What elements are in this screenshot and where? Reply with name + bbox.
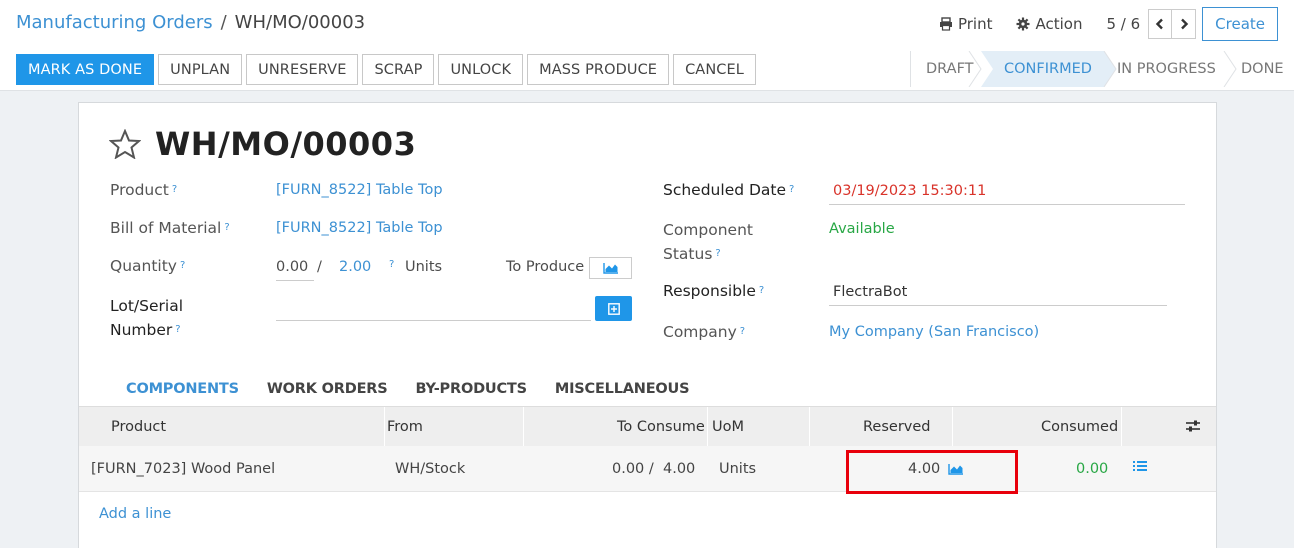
tab-by-products[interactable]: BY-PRODUCTS [402,371,541,407]
row-product: [FURN_7023] Wood Panel [91,461,276,477]
gear-icon [1016,17,1030,31]
reserved-highlight-box [846,450,1018,494]
column-to-consume[interactable]: To Consume [617,407,705,447]
responsible-input[interactable]: FlectraBot [829,280,1167,306]
control-panel: Manufacturing Orders / WH/MO/00003 Print A… [0,0,1294,91]
quantity-help-mark: ? [389,259,395,270]
breadcrumb-manufacturing-orders[interactable]: Manufacturing Orders [16,12,213,33]
record-title: WH/MO/00003 [109,125,416,163]
column-product[interactable]: Product [111,407,166,447]
component-status-value: Available [829,221,895,237]
quantity-label: Quantity? [110,257,186,275]
star-icon[interactable] [109,129,141,159]
column-divider [707,407,708,447]
pager-next-button[interactable] [1172,9,1197,39]
scheduled-date-input[interactable]: 03/19/2023 15:30:11 [829,179,1185,205]
print-label: Print [957,15,993,33]
column-divider [809,407,810,447]
row-details-button[interactable] [1132,459,1148,473]
tab-miscellaneous[interactable]: MISCELLANEOUS [541,371,704,407]
column-consumed[interactable]: Consumed [1041,407,1118,447]
forecast-report-button[interactable] [589,257,632,279]
column-divider [952,407,953,447]
status-bar: DRAFT CONFIRMED IN PROGRESS DONE [910,51,1294,87]
top-right-actions: Print Action 5 / 6 Create [939,7,1278,41]
plus-square-icon [607,302,620,315]
responsible-label: Responsible? [663,282,765,300]
form-sheet: WH/MO/00003 Product? [FURN_8522] Table T… [78,102,1217,548]
unreserve-button[interactable]: UNRESERVE [246,54,359,85]
to-produce-label: To Produce [506,259,585,275]
sliders-icon [1186,420,1200,432]
column-uom[interactable]: UoM [712,407,744,447]
company-value[interactable]: My Company (San Francisco) [829,320,1039,344]
cancel-button[interactable]: CANCEL [673,54,756,85]
unlock-button[interactable]: UNLOCK [438,54,524,85]
bom-label: Bill of Material? [110,219,230,237]
background-band [0,492,78,548]
printer-icon [939,17,952,31]
row-consumed: 0.00 [1076,461,1109,477]
column-divider [523,407,524,447]
action-buttons: MARK AS DONE UNPLAN UNRESERVE SCRAP UNLO… [16,54,756,85]
action-label: Action [1035,15,1083,33]
quantity-unit: Units [405,259,443,275]
table-header: Product From To Consume UoM Reserved Con… [79,406,1216,447]
status-in-progress[interactable]: IN PROGRESS [1117,51,1216,87]
pager-previous-button[interactable] [1148,9,1173,39]
table-row[interactable]: [FURN_7023] Wood Panel WH/Stock 0.00 / 4… [79,446,1216,492]
create-button[interactable]: Create [1202,7,1278,41]
pager-value[interactable]: 5 / 6 [1106,15,1140,33]
quantity-separator: / [317,259,322,275]
quantity-total-input[interactable]: 2.00 [339,255,371,279]
scheduled-date-label: Scheduled Date? [663,181,795,199]
breadcrumb-current: WH/MO/00003 [234,12,366,33]
status-draft[interactable]: DRAFT [926,51,974,87]
tab-work-orders[interactable]: WORK ORDERS [253,371,402,407]
notebook-tabs: COMPONENTS WORK ORDERS BY-PRODUCTS MISCE… [112,371,703,407]
quantity-produced-input[interactable]: 0.00 [276,255,314,281]
row-from: WH/Stock [395,461,466,477]
unplan-button[interactable]: UNPLAN [158,54,243,85]
area-chart-icon [602,263,618,274]
column-reserved[interactable]: Reserved [863,407,931,447]
row-to-consume: 0.00 / 4.00 [612,461,696,477]
add-lot-button[interactable] [595,296,632,321]
tab-components[interactable]: COMPONENTS [112,371,253,407]
add-line-link[interactable]: Add a line [99,506,171,522]
list-icon [1133,461,1147,471]
scrap-button[interactable]: SCRAP [362,54,435,85]
breadcrumb: Manufacturing Orders / WH/MO/00003 [16,12,365,33]
component-status-label: Component Status? [663,221,753,263]
column-from[interactable]: From [387,407,423,447]
column-divider [384,407,385,447]
company-label: Company? [663,323,746,341]
lot-serial-label: Lot/Serial Number? [110,297,184,339]
page-title: WH/MO/00003 [155,125,417,163]
breadcrumb-separator: / [220,12,227,33]
action-button[interactable]: Action [1016,15,1082,33]
chevron-left-icon [1155,18,1164,30]
chevron-right-icon [1180,18,1188,30]
mass-produce-button[interactable]: MASS PRODUCE [527,54,670,85]
column-divider [1121,407,1122,447]
lot-serial-input[interactable] [276,299,591,321]
row-uom: Units [719,461,757,477]
print-button[interactable]: Print [939,15,993,33]
mark-as-done-button[interactable]: MARK AS DONE [16,54,155,85]
bom-value[interactable]: [FURN_8522] Table Top [276,216,443,240]
product-value[interactable]: [FURN_8522] Table Top [276,178,443,202]
status-confirmed[interactable]: CONFIRMED [1004,51,1092,87]
product-label: Product? [110,181,178,199]
status-done[interactable]: DONE [1241,51,1284,87]
optional-columns-toggle[interactable] [1185,419,1201,435]
